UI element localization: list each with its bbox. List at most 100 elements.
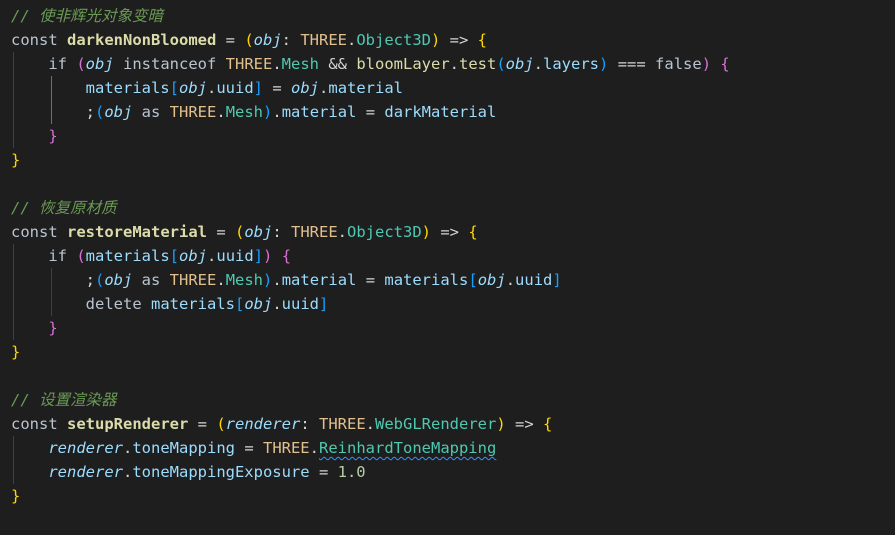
code-line[interactable]: } bbox=[11, 148, 20, 172]
code-token: => bbox=[431, 223, 469, 241]
code-token: . bbox=[272, 103, 282, 121]
code-token: Mesh bbox=[225, 103, 264, 121]
indent-guide bbox=[51, 268, 52, 316]
code-token: . bbox=[272, 55, 282, 73]
code-token: obj bbox=[291, 79, 320, 97]
code-token: materials bbox=[85, 247, 170, 265]
code-token: ) bbox=[496, 415, 506, 433]
indent-guide bbox=[13, 436, 14, 484]
code-token: delete bbox=[85, 295, 151, 313]
code-line[interactable]: ;(obj as THREE.Mesh).material = material… bbox=[11, 268, 562, 292]
code-line[interactable]: ;(obj as THREE.Mesh).material = darkMate… bbox=[11, 100, 497, 124]
code-token: WebGLRenderer bbox=[375, 415, 497, 433]
code-token: test bbox=[459, 55, 497, 73]
code-line[interactable]: const darkenNonBloomed = (obj: THREE.Obj… bbox=[11, 28, 487, 52]
code-token: // 恢复原材质 bbox=[11, 199, 117, 217]
code-token: // 使非辉光对象变暗 bbox=[11, 7, 163, 25]
code-token: ) bbox=[701, 55, 712, 73]
code-token: ) bbox=[421, 223, 432, 241]
code-token: : bbox=[272, 223, 291, 241]
code-editor[interactable]: // 使非辉光对象变暗 const darkenNonBloomed = (obj… bbox=[0, 0, 895, 535]
code-line[interactable]: delete materials[obj.uuid] bbox=[11, 292, 329, 316]
code-token: obj bbox=[477, 271, 506, 289]
code-token: uuid bbox=[281, 295, 319, 313]
code-token: . bbox=[319, 79, 329, 97]
code-token: // 设置渲染器 bbox=[11, 391, 117, 409]
code-token: darkenNonBloomed bbox=[67, 31, 217, 49]
code-token: obj bbox=[104, 271, 133, 289]
code-token: ] bbox=[253, 247, 264, 265]
code-token: && bbox=[319, 55, 357, 73]
code-token: } bbox=[48, 127, 58, 145]
code-token: ) bbox=[263, 247, 273, 265]
code-token: obj bbox=[179, 247, 208, 265]
code-line[interactable]: // 设置渲染器 bbox=[11, 388, 117, 412]
code-token: const bbox=[11, 415, 67, 433]
code-line[interactable]: } bbox=[11, 124, 58, 148]
code-token: material bbox=[281, 103, 357, 121]
code-token: instanceof bbox=[113, 55, 226, 73]
code-token: THREE bbox=[169, 271, 217, 289]
code-token: . bbox=[505, 271, 516, 289]
code-token: : bbox=[300, 415, 319, 433]
code-token: renderer bbox=[48, 463, 123, 481]
code-token: toneMappingExposure bbox=[132, 463, 310, 481]
code-token: material bbox=[281, 271, 357, 289]
code-token: } bbox=[48, 319, 58, 337]
code-token: const bbox=[11, 223, 67, 241]
code-token: setupRenderer bbox=[67, 415, 189, 433]
code-token: . bbox=[365, 415, 376, 433]
code-line[interactable]: } bbox=[11, 340, 20, 364]
code-line[interactable]: // 恢复原材质 bbox=[11, 196, 117, 220]
code-line[interactable]: renderer.toneMappingExposure = 1.0 bbox=[11, 460, 366, 484]
code-token: . bbox=[272, 295, 282, 313]
code-line[interactable]: // 使非辉光对象变暗 bbox=[11, 4, 163, 28]
code-line[interactable]: materials[obj.uuid] = obj.material bbox=[11, 76, 403, 100]
code-token: ( bbox=[95, 103, 105, 121]
code-line[interactable]: } bbox=[11, 316, 58, 340]
code-token: Mesh bbox=[281, 55, 319, 73]
code-token: THREE bbox=[300, 31, 347, 49]
code-token: obj bbox=[505, 55, 534, 73]
code-line[interactable]: } bbox=[11, 484, 20, 508]
code-token: darkMaterial bbox=[384, 103, 497, 121]
code-token: ; bbox=[11, 103, 95, 121]
code-token: ) bbox=[599, 55, 609, 73]
code-line[interactable]: if (materials[obj.uuid]) { bbox=[11, 244, 291, 268]
code-token: . bbox=[122, 439, 133, 457]
code-token: layers bbox=[543, 55, 600, 73]
code-token: restoreMaterial bbox=[67, 223, 207, 241]
code-token: = bbox=[356, 271, 385, 289]
code-token: [ bbox=[234, 295, 245, 313]
code-token: = bbox=[263, 79, 292, 97]
code-token: . bbox=[207, 79, 217, 97]
code-line[interactable]: const setupRenderer = (renderer: THREE.W… bbox=[11, 412, 552, 436]
code-token: . bbox=[533, 55, 544, 73]
code-token: } bbox=[11, 343, 21, 361]
code-token: ; bbox=[11, 271, 95, 289]
code-line[interactable]: if (obj instanceof THREE.Mesh && bloomLa… bbox=[11, 52, 729, 76]
code-token: THREE bbox=[291, 223, 338, 241]
code-token: bloomLayer bbox=[356, 55, 450, 73]
code-token: ] bbox=[319, 295, 329, 313]
indent-guide bbox=[51, 76, 52, 124]
code-line[interactable]: renderer.toneMapping = THREE.ReinhardTon… bbox=[11, 436, 496, 460]
code-token: ] bbox=[253, 79, 264, 97]
code-token: 1.0 bbox=[337, 463, 366, 481]
code-token: THREE bbox=[169, 103, 217, 121]
code-token: [ bbox=[169, 79, 179, 97]
code-token: THREE bbox=[319, 415, 366, 433]
code-line[interactable]: const restoreMaterial = (obj: THREE.Obje… bbox=[11, 220, 478, 244]
code-token: uuid bbox=[216, 247, 254, 265]
code-token: material bbox=[328, 79, 404, 97]
code-token: materials bbox=[384, 271, 469, 289]
indent-guide bbox=[13, 244, 14, 340]
code-token: ] bbox=[552, 271, 562, 289]
code-token: obj bbox=[253, 31, 282, 49]
